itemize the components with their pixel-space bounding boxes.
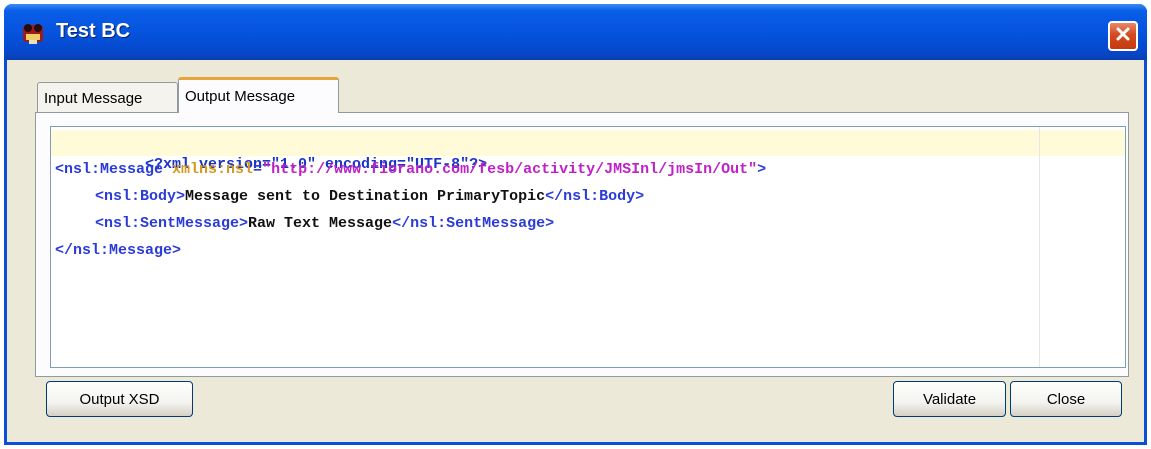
code-line-1: <?xml version="1.0" encoding="UTF-8"?> [55, 132, 487, 173]
button-label: Validate [922, 390, 977, 408]
xml-open-tag: <nsl:SentMessage> [95, 215, 249, 232]
close-icon [1114, 25, 1132, 47]
window-title: Test BC [56, 20, 131, 42]
xml-open-tag: <nsl:Message [55, 161, 173, 178]
button-label: Close [1046, 390, 1086, 408]
xml-close-tag: </nsl:SentMessage> [392, 215, 555, 232]
code-line-5: </nsl:Message> [55, 240, 181, 262]
dialog-window: Test BC Input Message Output Message <?x… [4, 4, 1147, 445]
xml-close-tag: </nsl:Message> [55, 242, 182, 259]
close-window-button[interactable] [1108, 21, 1138, 51]
code-line-3: <nsl:Body>Message sent to Destination Pr… [95, 186, 644, 208]
xml-close-tag: </nsl:Body> [545, 188, 645, 205]
tab-panel: <?xml version="1.0" encoding="UTF-8"?> <… [35, 112, 1129, 377]
tab-input-message[interactable]: Input Message [37, 82, 178, 112]
xml-editor[interactable]: <?xml version="1.0" encoding="UTF-8"?> <… [50, 126, 1126, 368]
tab-label: Input Message [44, 90, 143, 107]
code-line-2: <nsl:Message xmlns:nsl="http://www.fiora… [55, 159, 766, 181]
output-xsd-button[interactable]: Output XSD [46, 381, 193, 417]
title-bar[interactable]: Test BC [4, 4, 1147, 60]
xml-attribute-value: "http://www.fiorano.com/fesb/activity/JM… [262, 161, 758, 178]
xml-text: Message sent to Destination PrimaryTopic [185, 188, 546, 205]
right-margin-line [1039, 127, 1040, 367]
tab-label: Output Message [185, 88, 296, 105]
close-button[interactable]: Close [1010, 381, 1122, 417]
xml-equals: = [253, 161, 263, 178]
validate-button[interactable]: Validate [893, 381, 1006, 417]
xml-attribute-name: xmlns:nsl [172, 161, 254, 178]
app-icon [20, 20, 46, 46]
tab-output-message[interactable]: Output Message [178, 77, 339, 113]
code-line-4: <nsl:SentMessage>Raw Text Message</nsl:S… [95, 213, 554, 235]
button-label: Output XSD [79, 390, 160, 408]
dialog-content: Input Message Output Message <?xml versi… [13, 64, 1138, 432]
xml-open-tag: <nsl:Body> [95, 188, 186, 205]
xml-text: Raw Text Message [248, 215, 393, 232]
xml-tag-close: > [757, 161, 767, 178]
